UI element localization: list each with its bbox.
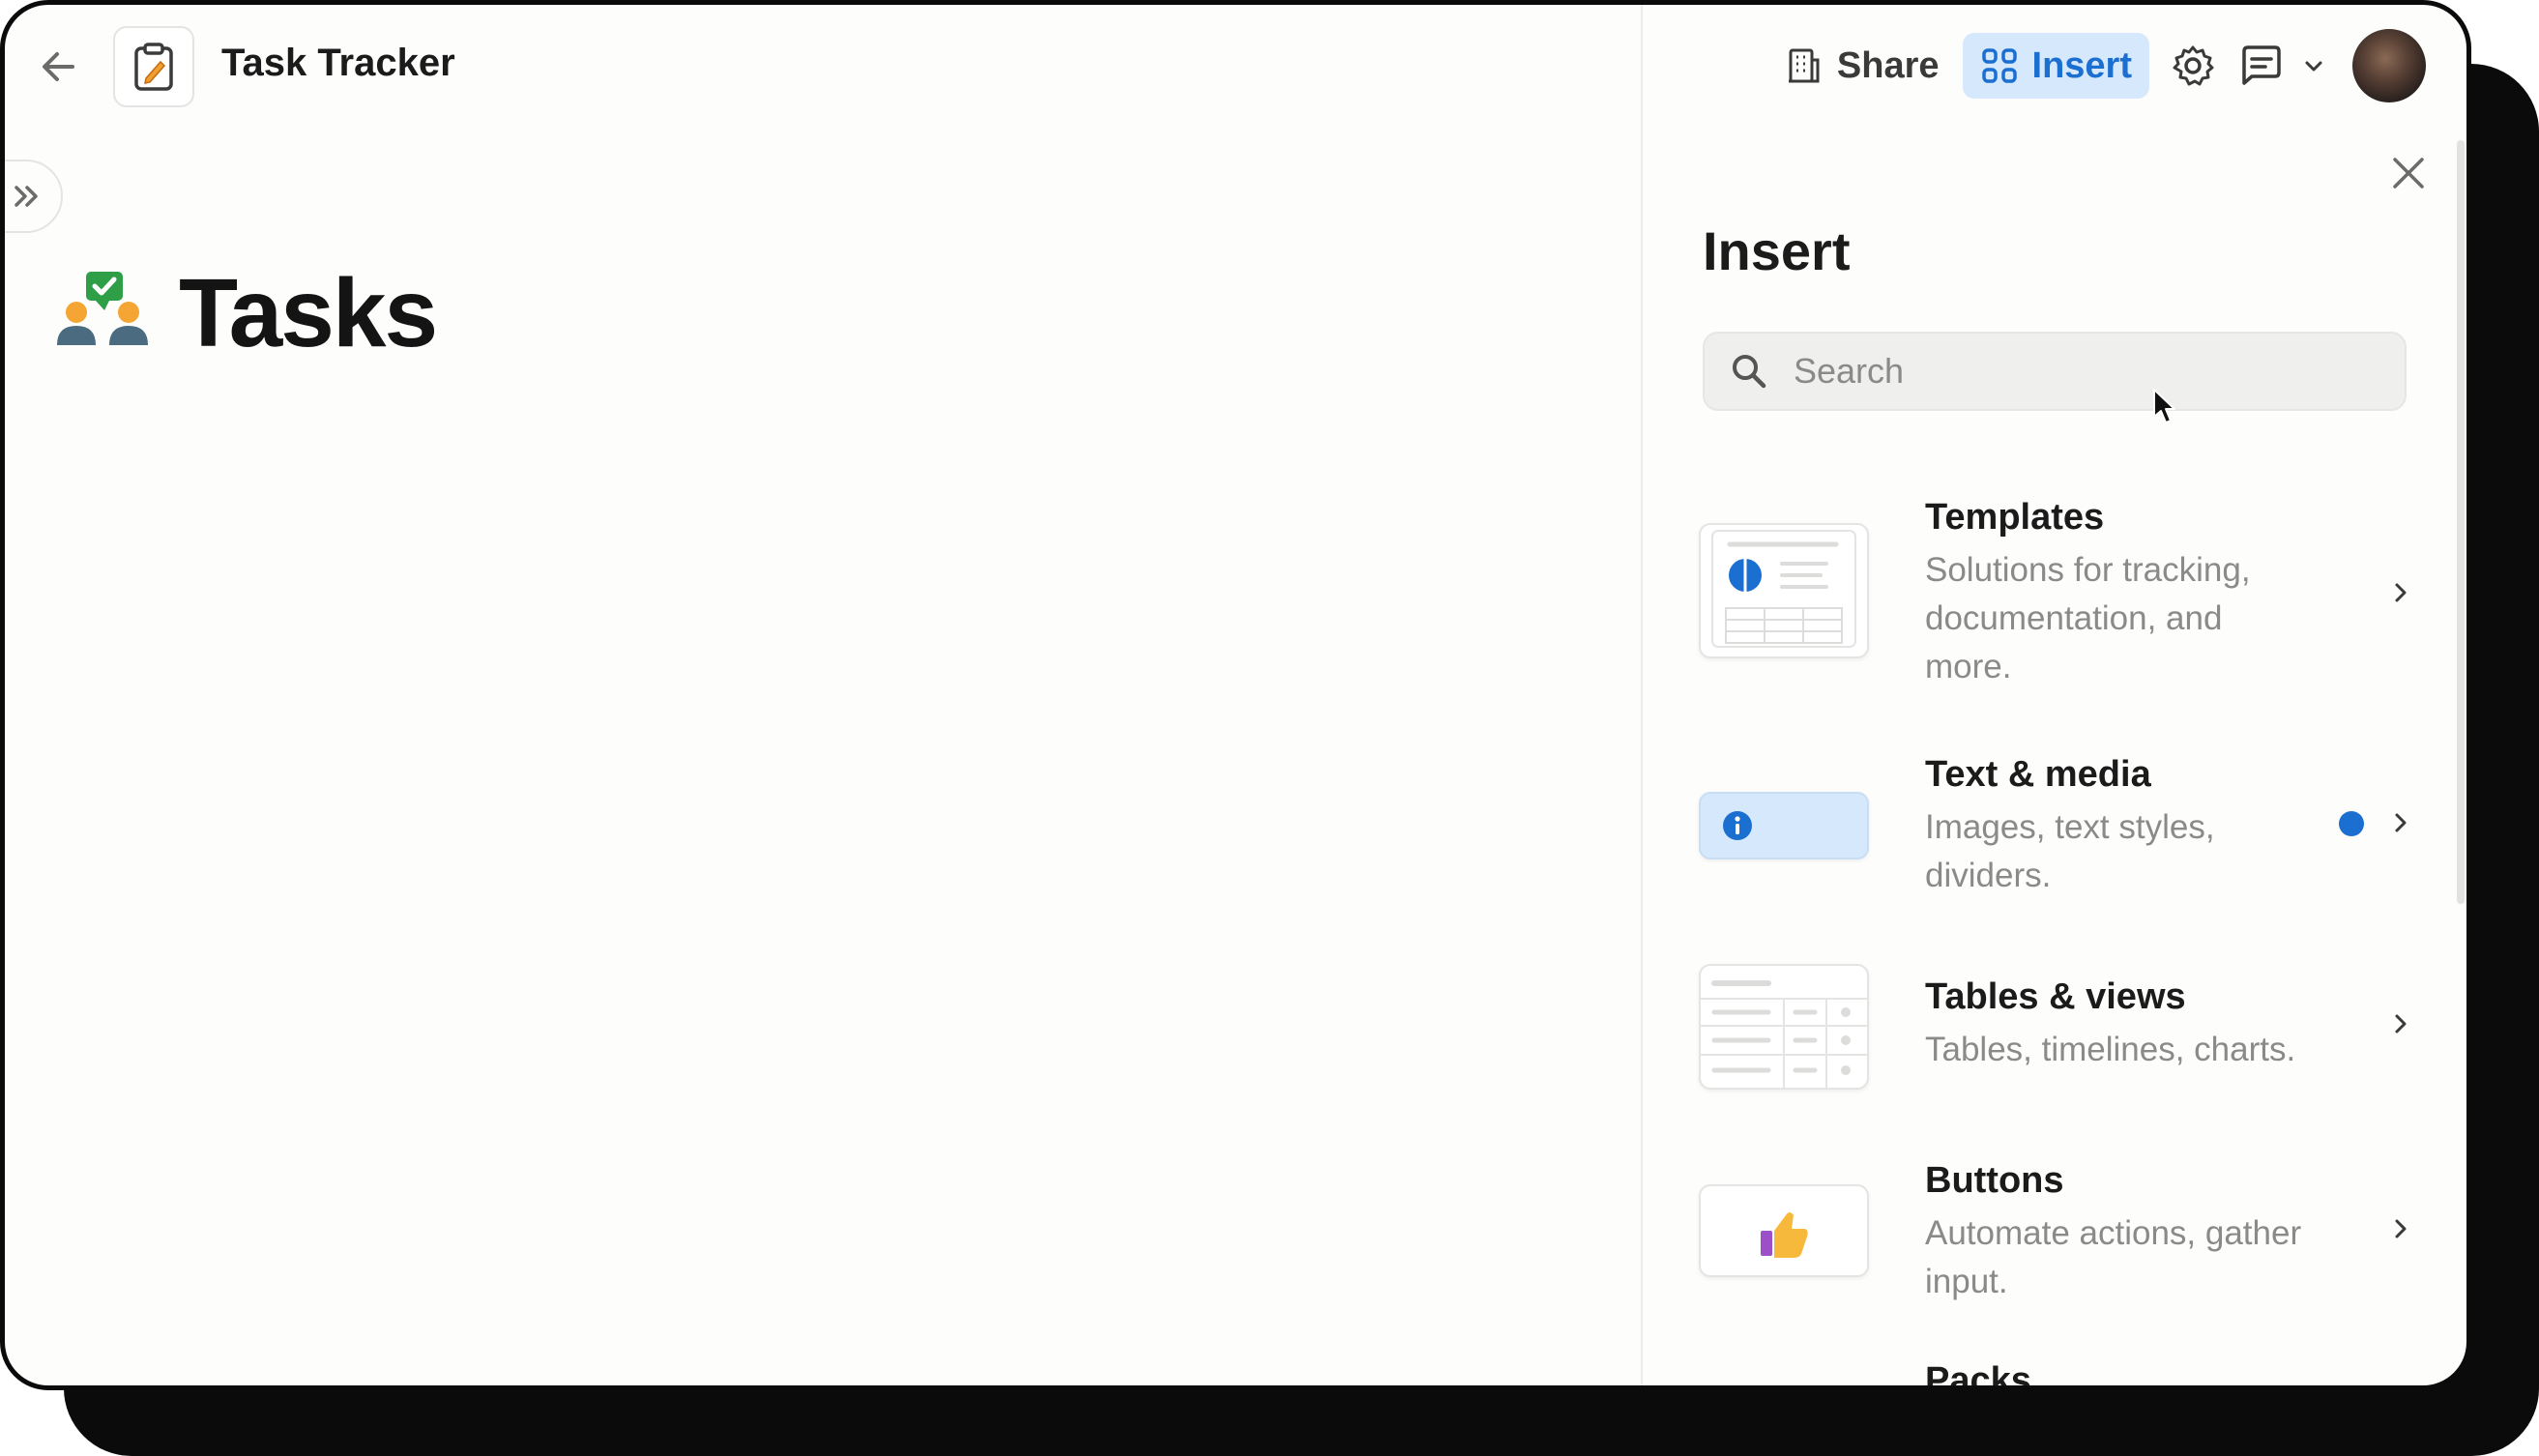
settings-button[interactable] xyxy=(2159,34,2227,98)
buttons-title: Buttons xyxy=(1925,1160,2064,1201)
chevron-right-icon xyxy=(2395,813,2407,832)
insert-label: Insert xyxy=(2031,44,2132,86)
close-icon xyxy=(2393,158,2424,189)
insert-button[interactable]: Insert xyxy=(1962,33,2149,99)
people-checkmark-icon xyxy=(57,272,148,345)
buttons-text: Buttons Automate actions, gather input. xyxy=(1925,1157,2350,1306)
text-media-title: Text & media xyxy=(1925,754,2151,795)
gear-icon xyxy=(2173,45,2214,86)
thumbs-up-icon xyxy=(1761,1212,1808,1258)
chevron-right-icon xyxy=(2395,583,2407,602)
buttons-thumbnail xyxy=(1699,1184,1869,1277)
document-area: Task Tracker Tasks xyxy=(5,5,1641,1385)
close-panel-button[interactable] xyxy=(2385,150,2432,196)
avatar[interactable] xyxy=(2352,29,2426,102)
double-chevron-right-icon xyxy=(15,186,38,207)
tables-views-title: Tables & views xyxy=(1925,976,2186,1017)
arrow-left-icon xyxy=(43,52,74,81)
insert-item-packs[interactable]: Packs xyxy=(1925,1360,2031,1385)
back-button[interactable] xyxy=(34,42,84,92)
share-button[interactable]: Share xyxy=(1769,34,1955,98)
doc-icon-button[interactable] xyxy=(113,26,194,107)
comments-dropdown[interactable] xyxy=(2296,34,2331,98)
insert-item-templates[interactable]: Templates Solutions for tracking, docume… xyxy=(1699,488,2414,701)
comment-icon xyxy=(2242,45,2281,85)
info-icon xyxy=(1723,811,1752,840)
search-box[interactable] xyxy=(1703,332,2407,411)
template-preview-icon xyxy=(1711,530,1856,648)
insert-item-tables-views[interactable]: Tables & views Tables, timelines, charts… xyxy=(1699,962,2414,1107)
panel-title: Insert xyxy=(1703,220,1851,281)
panel-scrollbar[interactable] xyxy=(2457,140,2465,904)
app-window: Task Tracker Tasks Share Insert Insert S… xyxy=(0,0,2471,1390)
new-indicator-dot xyxy=(2339,811,2364,836)
search-icon xyxy=(1733,355,1766,389)
grid-plus-icon xyxy=(1981,48,2017,83)
doc-title: Task Tracker xyxy=(221,42,455,84)
page-title: Tasks xyxy=(179,259,438,367)
text-media-description: Images, text styles, dividers. xyxy=(1925,808,2215,894)
building-icon xyxy=(1788,48,1820,83)
insert-panel: Share Insert Insert Search Templates Sol… xyxy=(1643,5,2466,1385)
insert-item-buttons[interactable]: Buttons Automate actions, gather input. xyxy=(1699,1150,2414,1314)
mouse-cursor-icon xyxy=(2153,389,2175,423)
comments-button[interactable] xyxy=(2227,34,2296,98)
tables-views-description: Tables, timelines, charts. xyxy=(1925,1031,2296,1068)
tables-views-text: Tables & views Tables, timelines, charts… xyxy=(1925,974,2350,1074)
clipboard-pencil-icon xyxy=(134,43,173,91)
templates-thumbnail xyxy=(1699,523,1869,658)
expand-sidebar-button[interactable] xyxy=(5,160,63,233)
table-preview-icon xyxy=(1701,980,1867,1088)
top-toolbar: Share Insert xyxy=(1769,29,2426,102)
chevron-right-icon xyxy=(2395,1014,2407,1034)
templates-text: Templates Solutions for tracking, docume… xyxy=(1925,494,2350,691)
templates-description: Solutions for tracking, documentation, a… xyxy=(1925,551,2251,685)
templates-title: Templates xyxy=(1925,497,2105,538)
share-label: Share xyxy=(1836,44,1940,86)
buttons-description: Automate actions, gather input. xyxy=(1925,1214,2302,1300)
text-media-thumbnail xyxy=(1699,792,1869,859)
chevron-down-icon xyxy=(2305,61,2322,72)
insert-item-text-media[interactable]: Text & media Images, text styles, divide… xyxy=(1699,747,2414,912)
tables-views-thumbnail xyxy=(1699,964,1869,1090)
search-input[interactable] xyxy=(1792,350,2376,393)
chevron-right-icon xyxy=(2395,1219,2407,1238)
text-media-text: Text & media Images, text styles, divide… xyxy=(1925,751,2350,900)
